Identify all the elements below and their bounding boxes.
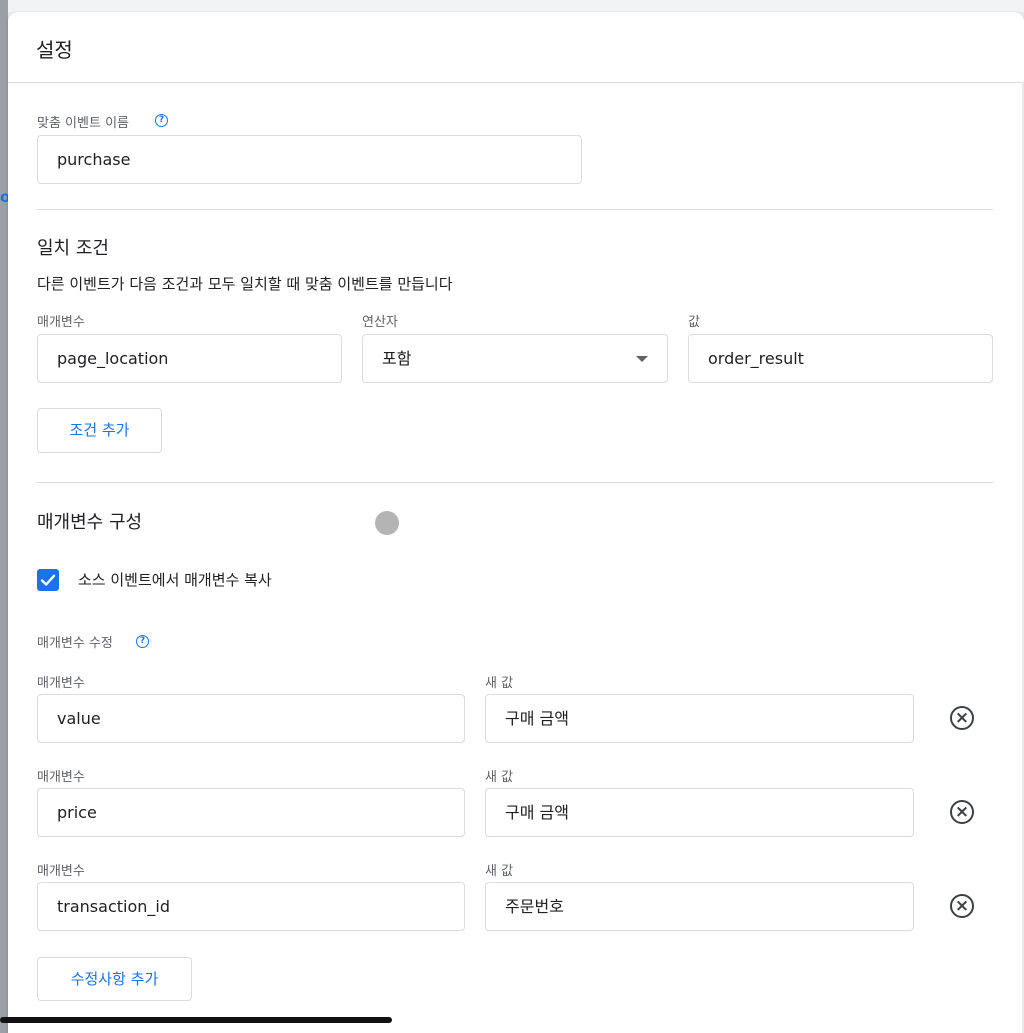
check-icon: [40, 574, 56, 586]
settings-panel: 설정 맞춤 이벤트 이름 ? purchase 일치 조건 다른 이벤트가 다음…: [8, 12, 1024, 1033]
condition-value-value: order_result: [708, 349, 804, 368]
condition-operator-value: 포함: [382, 349, 412, 368]
row-new-value-field[interactable]: 주문번호: [485, 882, 914, 931]
help-icon[interactable]: ?: [155, 114, 168, 127]
row-parameter-label: 매개변수: [37, 864, 85, 879]
close-circle-icon[interactable]: ×: [950, 894, 974, 918]
modify-parameters-label: 매개변수 수정: [37, 636, 113, 651]
custom-event-name-value: purchase: [57, 150, 131, 169]
row-parameter-label: 매개변수: [37, 770, 85, 785]
divider: [37, 482, 993, 483]
close-circle-icon[interactable]: ×: [950, 706, 974, 730]
row-parameter-field[interactable]: price: [37, 788, 465, 837]
row-new-value: 주문번호: [505, 897, 564, 916]
home-indicator-bar: [0, 1017, 392, 1023]
value-label: 값: [688, 315, 700, 330]
row-new-value-label: 새 값: [485, 864, 514, 879]
row-new-value-label: 새 값: [485, 770, 514, 785]
close-circle-icon[interactable]: ×: [950, 800, 974, 824]
row-new-value: 구매 금액: [505, 803, 569, 822]
add-condition-button[interactable]: 조건 추가: [37, 408, 162, 453]
row-new-value-field[interactable]: 구매 금액: [485, 788, 914, 837]
row-new-value: 구매 금액: [505, 709, 569, 728]
copy-parameters-label: 소스 이벤트에서 매개변수 복사: [78, 571, 272, 589]
parameter-config-title: 매개변수 구성: [37, 512, 143, 533]
background-app-edge: [0, 0, 8, 1033]
help-icon[interactable]: ?: [136, 635, 149, 648]
match-conditions-description: 다른 이벤트가 다음 조건과 모두 일치할 때 맞춤 이벤트를 만듭니다: [37, 275, 453, 293]
parameter-label: 매개변수: [37, 315, 85, 330]
row-parameter-value: transaction_id: [57, 897, 170, 916]
background-link-fragment: o: [0, 188, 8, 206]
custom-event-name-label: 맞춤 이벤트 이름: [37, 116, 129, 131]
divider: [37, 209, 993, 210]
row-parameter-label: 매개변수: [37, 676, 85, 691]
background-app-top: [8, 0, 1024, 12]
add-modification-button[interactable]: 수정사항 추가: [37, 957, 192, 1001]
row-new-value-field[interactable]: 구매 금액: [485, 694, 914, 743]
row-parameter-value: value: [57, 709, 101, 728]
copy-parameters-checkbox[interactable]: [37, 569, 59, 591]
condition-parameter-field[interactable]: page_location: [37, 334, 342, 383]
condition-value-field[interactable]: order_result: [688, 334, 993, 383]
cursor-indicator: [375, 511, 399, 535]
row-parameter-field[interactable]: value: [37, 694, 465, 743]
chevron-down-icon: [636, 356, 648, 362]
row-parameter-value: price: [57, 803, 97, 822]
row-parameter-field[interactable]: transaction_id: [37, 882, 465, 931]
panel-title: 설정: [36, 38, 73, 62]
panel-header: 설정: [8, 12, 1024, 83]
condition-operator-select[interactable]: 포함: [362, 334, 668, 383]
condition-parameter-value: page_location: [57, 349, 169, 368]
custom-event-name-field[interactable]: purchase: [37, 135, 582, 184]
match-conditions-title: 일치 조건: [37, 238, 109, 259]
operator-label: 연산자: [362, 315, 398, 330]
row-new-value-label: 새 값: [485, 676, 514, 691]
